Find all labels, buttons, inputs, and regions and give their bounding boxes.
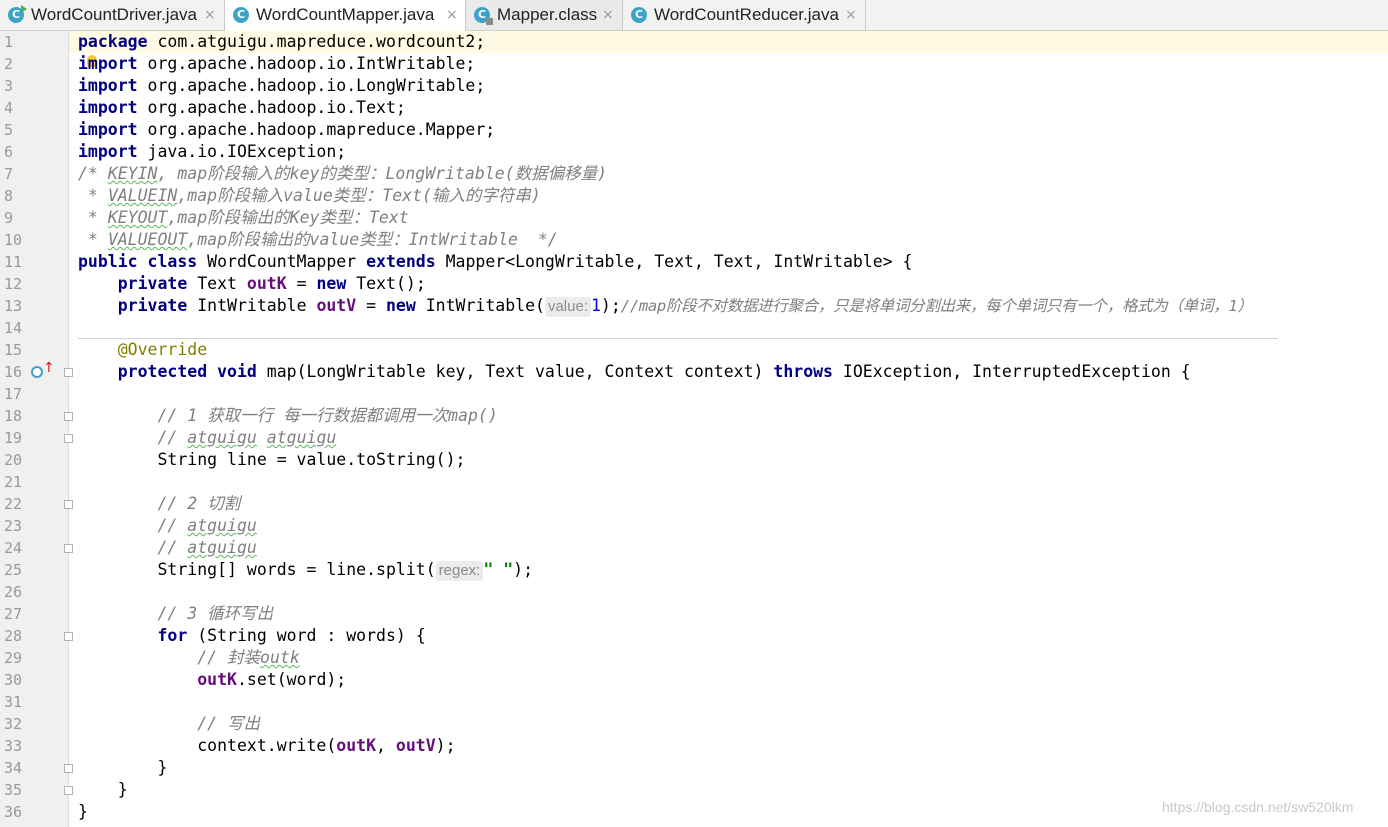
code-line: // atguigu atguigu [157,428,337,447]
line-number: 2 [4,55,14,73]
line-number: 33 [4,737,23,755]
line-number: 12 [4,275,23,293]
class-file-icon: C [474,7,493,25]
line-number: 11 [4,253,23,271]
line-number: 18 [4,407,23,425]
tab-label: WordCountMapper.java [256,5,435,24]
line-number: 32 [4,715,23,733]
class-icon: C [233,7,249,23]
line-number: 24 [4,539,23,557]
code-line: // atguigu [157,538,257,557]
line-number: 5 [4,121,14,139]
fold-marker[interactable] [64,786,73,795]
line-number: 34 [4,759,23,777]
tab-wordcountdriver[interactable]: C WordCountDriver.java × [0,0,225,30]
code-line: String[] words = line.split(regex: " "); [157,560,534,581]
code-line: * VALUEOUT,map阶段输出的value类型：IntWritable *… [78,230,558,249]
editor-tab-bar: C WordCountDriver.java × C WordCountMapp… [0,0,1388,31]
line-number: 13 [4,297,23,315]
code-line: import org.apache.hadoop.io.LongWritable… [78,76,486,95]
code-line: protected void map(LongWritable key, Tex… [117,362,1191,381]
tab-label: WordCountDriver.java [31,5,197,24]
close-icon[interactable]: × [602,0,614,30]
tab-label: Mapper.class [497,5,598,24]
code-line: String line = value.toString(); [157,450,466,469]
code-line: // 1 获取一行 每一行数据都调用一次map() [157,406,498,425]
line-number: 20 [4,451,23,469]
line-number: 9 [4,209,14,227]
line-number: 29 [4,649,23,667]
code-line: /* KEYIN, map阶段输入的key的类型：LongWritable(数据… [78,164,608,183]
fold-marker[interactable] [64,500,73,509]
fold-marker[interactable] [64,764,73,773]
line-number: 26 [4,583,23,601]
class-run-icon: C [8,5,27,23]
code-line: import org.apache.hadoop.mapreduce.Mappe… [78,120,496,139]
line-number: 23 [4,517,23,535]
code-line: // 3 循环写出 [157,604,274,623]
line-number: 6 [4,143,14,161]
class-icon: C [631,7,647,23]
line-number: 25 [4,561,23,579]
code-line: context.write(outK, outV); [197,736,456,755]
tab-wordcountreducer[interactable]: C WordCountReducer.java × [623,0,866,30]
close-icon[interactable]: × [204,0,216,30]
fold-marker[interactable] [64,544,73,553]
method-separator [78,338,1278,339]
code-line: // atguigu [157,516,257,535]
code-line: private IntWritable outV = new IntWritab… [117,296,1253,317]
code-line: public class WordCountMapper extends Map… [78,252,913,271]
line-number: 16 [4,363,23,381]
line-number: 28 [4,627,23,645]
override-arrow-icon[interactable]: ↑ [43,361,55,375]
code-line: // 封装outk [197,648,300,667]
code-line: for (String word : words) { [157,626,426,645]
tab-wordcountmapper[interactable]: C WordCountMapper.java × [225,0,466,31]
code-line: import org.apache.hadoop.io.IntWritable; [78,54,476,73]
fold-marker[interactable] [64,434,73,443]
code-line: * VALUEIN,map阶段输入value类型：Text(输入的字符串) [78,186,541,205]
fold-marker[interactable] [64,368,73,377]
code-line: private Text outK = new Text(); [117,274,426,293]
line-number: 31 [4,693,23,711]
line-number: 1 [4,33,14,51]
code-line: outK.set(word); [197,670,347,689]
line-number: 19 [4,429,23,447]
code-line: import org.apache.hadoop.io.Text; [78,98,406,117]
tab-mapper-class[interactable]: C Mapper.class × [466,0,623,30]
code-line: } [78,758,168,777]
close-icon[interactable]: × [446,0,458,30]
line-number: 21 [4,473,23,491]
line-number: 36 [4,803,23,821]
code-line: } [78,780,128,799]
line-number: 8 [4,187,14,205]
fold-marker[interactable] [64,632,73,641]
code-line: @Override [117,340,208,359]
line-number: 17 [4,385,23,403]
line-number: 14 [4,319,23,337]
line-number: 22 [4,495,23,513]
fold-marker[interactable] [64,412,73,421]
code-line: * KEYOUT,map阶段输出的Key类型：Text [78,208,409,227]
parameter-hint: regex: [435,561,484,581]
line-number: 27 [4,605,23,623]
line-number: 10 [4,231,23,249]
code-line: package com.atguigu.mapreduce.wordcount2… [78,32,486,51]
code-line: } [78,802,88,821]
close-icon[interactable]: × [845,0,857,30]
code-line: // 写出 [197,714,261,733]
tab-label: WordCountReducer.java [654,5,839,24]
line-number: 3 [4,77,14,95]
code-line: // 2 切割 [157,494,241,513]
line-number: 4 [4,99,14,117]
line-number: 15 [4,341,23,359]
line-number: 30 [4,671,23,689]
parameter-hint: value: [544,297,591,317]
line-number: 7 [4,165,14,183]
line-number: 35 [4,781,23,799]
watermark: https://blog.csdn.net/sw520lkm [1162,799,1354,815]
code-line: import java.io.IOException; [78,142,347,161]
override-method-icon[interactable] [31,366,43,378]
